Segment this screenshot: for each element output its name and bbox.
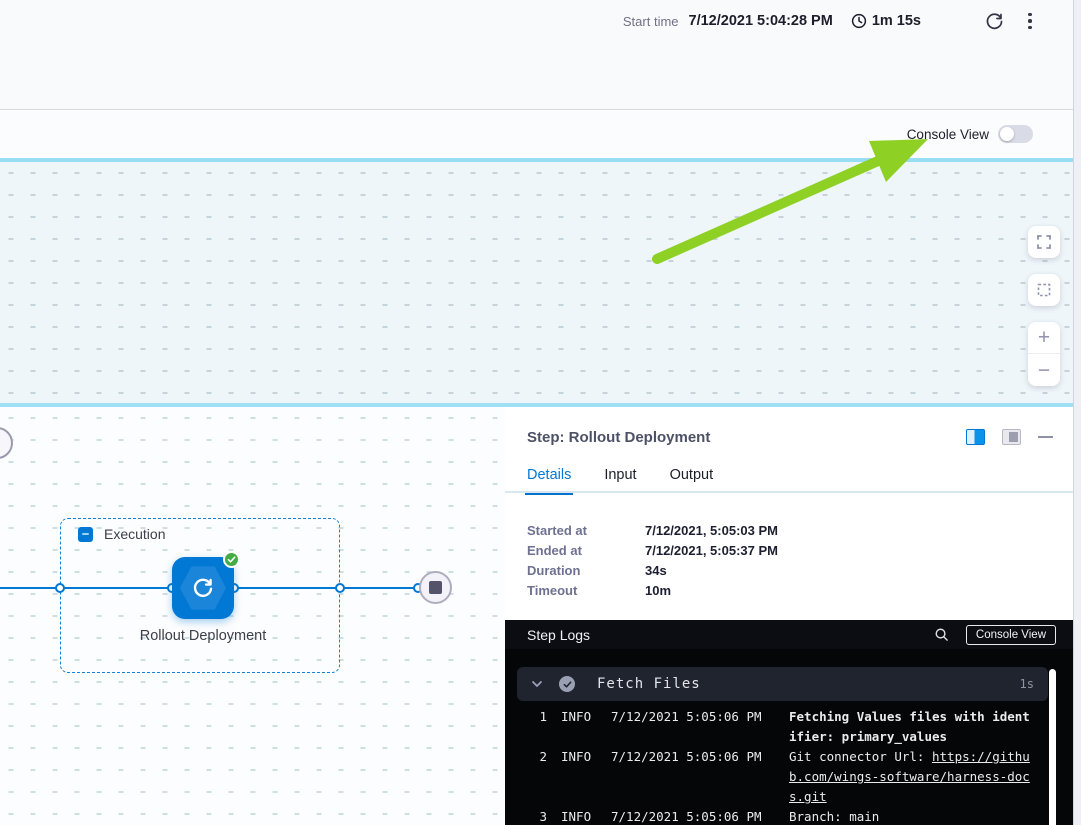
zoom-in-button[interactable]: + <box>1028 322 1060 354</box>
edge-connector <box>335 583 345 593</box>
logs-scrollbar[interactable] <box>1049 669 1056 825</box>
fullscreen-icon[interactable] <box>1028 226 1060 258</box>
detail-value: 10m <box>645 583 671 598</box>
log-line: 2 INFO 7/12/2021 5:05:06 PM Git connecto… <box>517 747 1033 807</box>
detail-label: Ended at <box>527 543 645 558</box>
detail-label: Started at <box>527 523 645 538</box>
rollout-deployment-node[interactable] <box>172 557 234 619</box>
clock-icon <box>851 13 867 29</box>
success-badge-icon <box>223 551 240 568</box>
status-success-icon <box>559 676 575 692</box>
step-logs-title: Step Logs <box>527 627 590 643</box>
log-lines: 1 INFO 7/12/2021 5:05:06 PM Fetching Val… <box>517 707 1033 825</box>
detail-label: Timeout <box>527 583 645 598</box>
log-line: 1 INFO 7/12/2021 5:05:06 PM Fetching Val… <box>517 707 1033 747</box>
stop-node-icon[interactable] <box>419 571 452 604</box>
tabs-separator <box>505 491 1073 493</box>
step-logs-body: Fetch Files 1s 1 INFO 7/12/2021 5:05:06 … <box>505 649 1073 825</box>
step-logs-bar: Step Logs Console View <box>505 620 1073 649</box>
detail-label: Duration <box>527 563 645 578</box>
log-group-name: Fetch Files <box>597 676 701 692</box>
start-time-value: 7/12/2021 5:04:28 PM <box>689 13 833 29</box>
chevron-down-icon <box>531 678 543 690</box>
top-header: Start time 7/12/2021 5:04:28 PM 1m 15s <box>0 0 1073 110</box>
log-group-fetch-files[interactable]: Fetch Files 1s <box>517 667 1048 701</box>
graph-node-partial[interactable] <box>0 427 13 459</box>
pipeline-stages-canvas[interactable] <box>0 162 1073 403</box>
start-time-label: Start time <box>623 14 679 29</box>
collapse-group-icon[interactable] <box>78 527 93 542</box>
logs-console-view-button[interactable]: Console View <box>966 625 1056 645</box>
marquee-zoom-icon[interactable] <box>1028 274 1060 306</box>
execution-group-label: Execution <box>104 526 165 542</box>
detail-value: 34s <box>645 563 667 578</box>
execution-graph-canvas[interactable]: Execution Rollout Deployment <box>0 407 505 825</box>
console-view-toggle[interactable] <box>998 125 1033 143</box>
window-scrollbar[interactable] <box>1073 0 1081 825</box>
split-view-icon[interactable] <box>966 429 985 445</box>
log-group-duration: 1s <box>1020 677 1034 691</box>
canvas-zoom-controls: + − <box>1028 226 1060 386</box>
detail-value: 7/12/2021, 5:05:03 PM <box>645 523 778 538</box>
console-view-label: Console View <box>907 127 989 142</box>
sub-header: Console View <box>0 111 1073 158</box>
rollout-deployment-node-label: Rollout Deployment <box>123 625 283 647</box>
refresh-button[interactable] <box>981 8 1007 34</box>
log-line: 3 INFO 7/12/2021 5:05:06 PM Branch: main <box>517 807 1033 825</box>
step-details-panel: Step: Rollout Deployment Details Input O… <box>505 407 1073 825</box>
detail-value: 7/12/2021, 5:05:37 PM <box>645 543 778 558</box>
panel-view-icon[interactable] <box>1002 429 1021 445</box>
kebab-menu-icon[interactable] <box>1017 8 1043 34</box>
search-icon[interactable] <box>934 627 949 642</box>
zoom-out-button[interactable]: − <box>1028 354 1060 386</box>
elapsed-duration: 1m 15s <box>872 13 921 29</box>
minimize-panel-icon[interactable] <box>1038 436 1053 439</box>
edge-connector <box>55 583 65 593</box>
step-panel-title: Step: Rollout Deployment <box>527 429 710 446</box>
step-details-list: Started at 7/12/2021, 5:05:03 PM Ended a… <box>527 520 778 600</box>
